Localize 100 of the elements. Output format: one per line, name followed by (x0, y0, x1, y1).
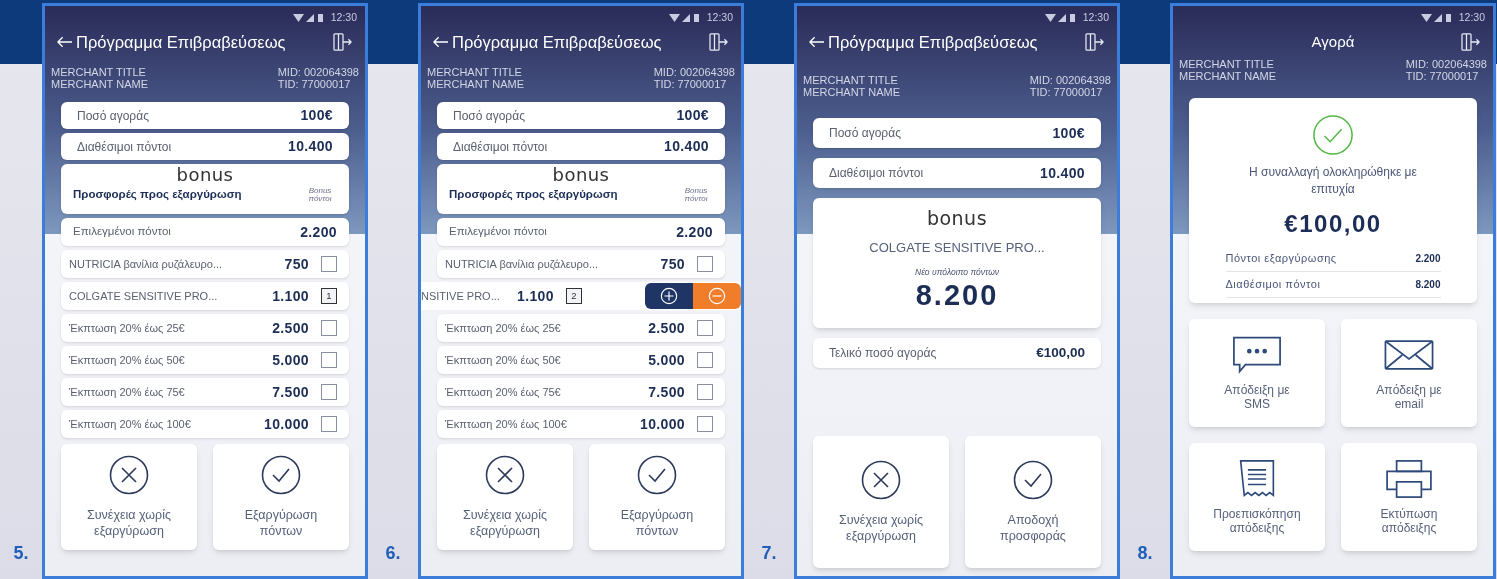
exit-icon[interactable] (333, 33, 353, 51)
offer-name: Έκπτωση 20% έως 100€ (69, 416, 192, 432)
receipt-option-button[interactable]: Εκτύπωση απόδειξης (1341, 443, 1477, 551)
checkbox[interactable] (697, 256, 713, 272)
row-label: Επιλεγμένοι πόντοι (73, 224, 171, 240)
row-value: 100€ (300, 106, 333, 125)
offer-row[interactable]: Έκπτωση 20% έως 25€ 2.500 (61, 314, 349, 342)
terminal-id: TID: 77000017 (653, 78, 728, 90)
amount: €100,00 (1284, 209, 1382, 239)
offer-points: 7.500 (272, 382, 309, 402)
action-button[interactable]: Εξαργύρωση πόντων (213, 444, 349, 550)
checkbox[interactable]: 2 (565, 288, 582, 304)
receipt-option-button[interactable]: Απόδειξη με SMS (1189, 319, 1325, 427)
exit-icon[interactable] (1461, 33, 1481, 51)
back-arrow-icon[interactable] (809, 36, 824, 48)
checkmark-icon (637, 455, 677, 495)
action-button[interactable]: Συνέχεια χωρίς εξαργύρωση (813, 436, 949, 568)
offer-row[interactable]: NSITIVE PRO... 1.100 2 (421, 282, 741, 310)
plus-icon (660, 287, 678, 305)
exit-icon[interactable] (1085, 33, 1105, 51)
checkbox[interactable] (321, 320, 337, 336)
row-label: Επιλεγμένοι πόντοι (449, 224, 547, 240)
screen-title: Αγορά (1310, 31, 1356, 52)
back-arrow-icon[interactable] (57, 36, 72, 48)
action-button[interactable]: Συνέχεια χωρίς εξαργύρωση (61, 444, 197, 550)
add-button[interactable] (645, 283, 693, 309)
bonus-logo: bonus (926, 206, 987, 230)
action-button[interactable]: Συνέχεια χωρίς εξαργύρωση (437, 444, 573, 550)
checkbox[interactable] (321, 352, 337, 368)
row-value: 2.200 (300, 222, 337, 242)
offer-name: Έκπτωση 20% έως 75€ (445, 384, 562, 400)
offer-row[interactable]: Έκπτωση 20% έως 25€ 2.500 (437, 314, 725, 342)
row-label: Ποσό αγοράς (453, 107, 525, 125)
offer-row[interactable]: Έκπτωση 20% έως 100€ 10.000 (437, 410, 725, 438)
row-label: Διαθέσιμοι πόντοι (829, 165, 924, 182)
row-label: Τελικό ποσό αγοράς (829, 345, 937, 362)
screen-title: Πρόγραμμα Επιβραβεύσεως (452, 31, 662, 53)
merchant-title: MERCHANT TITLE (51, 66, 147, 78)
offer-name: NUTRICIA βανίλια ρυζάλευρο... (69, 256, 224, 272)
offer-points: 750 (660, 254, 685, 274)
row-label: Διαθέσιμοι πόντοι (77, 138, 172, 156)
action-button[interactable]: Αποδοχή προσφοράς (965, 436, 1101, 568)
success-message: Η συναλλαγή ολοκληρώθηκε με επιτυχία (1248, 164, 1418, 198)
row-value: 100€ (676, 106, 709, 125)
receipt-option-button[interactable]: Προεπισκόπηση απόδειξης (1189, 443, 1325, 551)
status-time: 12:30 (1082, 10, 1109, 26)
offer-name: Έκπτωση 20% έως 50€ (445, 352, 562, 368)
offer-points: 2.500 (272, 318, 309, 338)
back-arrow-icon[interactable] (433, 36, 448, 48)
offer-row[interactable]: Έκπτωση 20% έως 100€ 10.000 (61, 410, 349, 438)
row-value: 100€ (1052, 123, 1085, 143)
offer-row[interactable]: Έκπτωση 20% έως 75€ 7.500 (437, 378, 725, 406)
status-time: 12:30 (1458, 10, 1485, 26)
detail-label: Διαθέσιμοι πόντοι (1225, 277, 1321, 293)
offer-points: 7.500 (648, 382, 685, 402)
step-number: 7. (761, 542, 777, 565)
minus-icon (708, 287, 726, 305)
close-icon (861, 460, 901, 500)
checkmark-icon (261, 455, 301, 495)
checkbox[interactable] (697, 416, 713, 432)
checkbox[interactable] (321, 384, 337, 400)
offer-row[interactable]: COLGATE SENSITIVE PRO... 1.100 1 (61, 282, 349, 310)
success-check-icon (1312, 114, 1354, 156)
offer-row[interactable]: Έκπτωση 20% έως 50€ 5.000 (61, 346, 349, 374)
checkbox[interactable]: 1 (321, 288, 337, 304)
checkbox[interactable] (697, 384, 713, 400)
exit-icon[interactable] (709, 33, 729, 51)
merchant-name: MERCHANT NAME (51, 78, 148, 90)
terminal-id: TID: 77000017 (1029, 86, 1104, 98)
offer-points: 10.000 (640, 414, 685, 434)
merchant-id: MID: 002064398 (653, 66, 735, 78)
receipt-option-button[interactable]: Απόδειξη με email (1341, 319, 1477, 427)
checkbox[interactable] (321, 256, 337, 272)
status-time: 12:30 (706, 10, 733, 26)
checkbox[interactable] (321, 416, 337, 432)
merchant-name: MERCHANT NAME (427, 78, 524, 90)
step-number: 6. (385, 542, 401, 565)
action-button[interactable]: Εξαργύρωση πόντων (589, 444, 725, 550)
screen-title: Πρόγραμμα Επιβραβεύσεως (828, 31, 1038, 53)
offer-row[interactable]: NUTRICIA βανίλια ρυζάλευρο... 750 (437, 250, 725, 278)
merchant-title: MERCHANT TITLE (803, 74, 899, 86)
offer-row[interactable]: Έκπτωση 20% έως 75€ 7.500 (61, 378, 349, 406)
screen-title: Πρόγραμμα Επιβραβεύσεως (76, 31, 286, 53)
step-number: 8. (1137, 542, 1153, 565)
row-label: Ποσό αγοράς (829, 125, 901, 142)
detail-value: 2.200 (1415, 252, 1441, 266)
detail-label: Πόντοι εξαργύρωσης (1225, 251, 1337, 267)
offer-name: Έκπτωση 20% έως 25€ (69, 320, 186, 336)
merchant-name: MERCHANT NAME (803, 86, 900, 98)
printer-icon (1384, 459, 1434, 499)
checkbox[interactable] (697, 320, 713, 336)
offer-name: NSITIVE PRO... (421, 288, 501, 304)
offer-row[interactable]: NUTRICIA βανίλια ρυζάλευρο... 750 (61, 250, 349, 278)
section-heading: Προσφορές προς εξαργύρωση (449, 187, 618, 202)
offer-row[interactable]: Έκπτωση 20% έως 50€ 5.000 (437, 346, 725, 374)
terminal-id: TID: 77000017 (1405, 70, 1480, 82)
checkbox[interactable] (697, 352, 713, 368)
column-label: Bonus πόντοι (307, 187, 333, 204)
offer-points: 2.500 (648, 318, 685, 338)
offer-points: 750 (284, 254, 309, 274)
